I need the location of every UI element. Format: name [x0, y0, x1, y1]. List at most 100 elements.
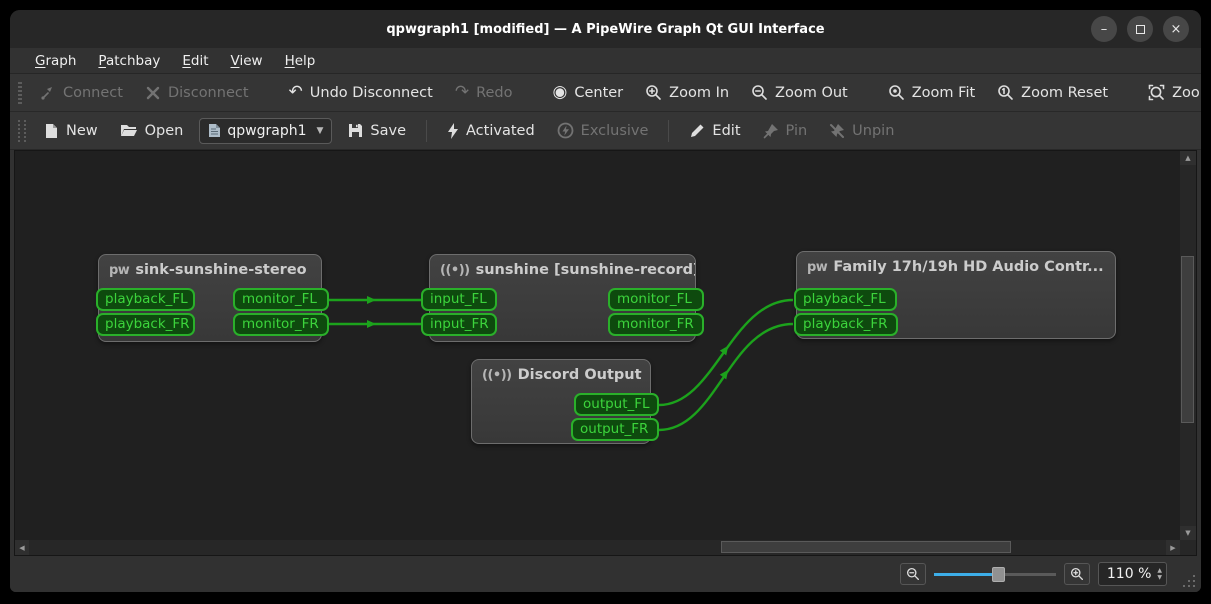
chevron-down-icon: ▼	[316, 125, 324, 136]
connect-button[interactable]: Connect	[30, 80, 133, 106]
scroll-down-arrow[interactable]: ▼	[1180, 526, 1196, 540]
slider-handle[interactable]	[991, 567, 1005, 582]
unpin-icon	[830, 123, 845, 138]
menu-patchbay[interactable]: Patchbay	[89, 50, 169, 72]
graph-view[interactable]: pw sink-sunshine-stereo playback_FL playb…	[15, 151, 1180, 540]
zoom-reset-button[interactable]: Zoom Reset	[987, 79, 1118, 106]
menu-graph[interactable]: Graph	[26, 50, 85, 72]
port-monitor-fr[interactable]: monitor_FR	[608, 313, 704, 336]
menubar: Graph Patchbay Edit View Help	[10, 48, 1201, 74]
edge-arrow-icon	[719, 345, 729, 356]
minimize-icon: –	[1100, 21, 1108, 37]
zoom-in-button[interactable]: Zoom In	[635, 79, 739, 106]
pipewire-icon: pw	[109, 262, 130, 278]
horizontal-scroll-thumb[interactable]	[721, 541, 1011, 553]
scroll-left-arrow[interactable]: ◀	[15, 540, 29, 555]
window-title: qpwgraph1 [modified] — A PipeWire Graph …	[386, 21, 825, 37]
zoom-out-button[interactable]: Zoom Out	[741, 79, 858, 106]
save-button[interactable]: Save	[338, 118, 416, 144]
graph-canvas[interactable]: pw sink-sunshine-stereo playback_FL playb…	[14, 150, 1197, 556]
vertical-scrollbar[interactable]: ▲ ▼	[1180, 151, 1196, 540]
edit-pencil-icon	[691, 124, 704, 137]
center-button[interactable]: ◉ Center	[543, 79, 634, 106]
port-playback-fr[interactable]: playback_FR	[96, 313, 195, 336]
port-monitor-fr[interactable]: monitor_FR	[233, 313, 329, 336]
port-playback-fl[interactable]: playback_FL	[794, 288, 897, 311]
node-title: sunshine [sunshine-record]	[475, 262, 695, 278]
node-title: Discord Output	[517, 367, 642, 383]
patchbay-select[interactable]: qpwgraph1 ▼	[199, 117, 333, 144]
menu-edit[interactable]: Edit	[173, 50, 217, 72]
qpwgraph-window: qpwgraph1 [modified] — A PipeWire Graph …	[10, 10, 1201, 592]
activated-icon	[448, 122, 459, 139]
activated-button[interactable]: Activated	[437, 118, 545, 144]
statusbar-zoom-out-button[interactable]	[899, 563, 926, 585]
edit-button[interactable]: Edit	[679, 118, 750, 144]
redo-button[interactable]: ↷ Redo	[445, 79, 523, 106]
port-output-fr[interactable]: output_FR	[571, 418, 659, 441]
open-button[interactable]: Open	[110, 118, 194, 144]
zoom-reset-icon	[998, 85, 1013, 100]
pin-button[interactable]: Pin	[753, 118, 818, 144]
statusbar-zoom-in-button[interactable]	[1063, 563, 1090, 585]
resize-grip[interactable]	[1181, 573, 1195, 587]
zoom-slider[interactable]	[933, 563, 1056, 585]
toolbar-drag-handle[interactable]	[18, 81, 22, 104]
patchbay-select-value: qpwgraph1	[227, 122, 307, 139]
vertical-scroll-thumb[interactable]	[1181, 256, 1194, 423]
undo-disconnect-button[interactable]: ↶ Undo Disconnect	[279, 79, 443, 106]
stream-icon: ((•))	[482, 367, 512, 383]
pipewire-icon: pw	[807, 259, 828, 275]
new-file-icon	[46, 123, 57, 138]
port-playback-fl[interactable]: playback_FL	[96, 288, 195, 311]
toolbar-drag-handle[interactable]	[18, 119, 26, 142]
undo-icon: ↶	[288, 82, 303, 102]
new-button[interactable]: New	[34, 118, 108, 144]
zoom-percent-spinbox[interactable]: 110 % ▲ ▼	[1097, 562, 1167, 586]
menu-help[interactable]: Help	[276, 50, 325, 72]
menu-view[interactable]: View	[222, 50, 272, 72]
close-icon: ×	[1170, 21, 1182, 37]
port-playback-fr[interactable]: playback_FR	[794, 313, 898, 336]
stream-icon: ((•))	[440, 262, 470, 278]
zoom-percent-value: 110 %	[1106, 566, 1152, 582]
toolbar-separator	[426, 119, 428, 142]
scroll-up-arrow[interactable]: ▲	[1180, 151, 1196, 165]
horizontal-scrollbar[interactable]: ◀ ▶	[15, 540, 1180, 555]
scrollbar-corner	[1180, 540, 1196, 555]
node-title: sink-sunshine-stereo	[135, 262, 307, 278]
graph-toolbar: Connect Disconnect ↶ Undo Disconnect ↷ R…	[10, 74, 1201, 112]
minimize-button[interactable]: –	[1091, 16, 1117, 42]
disconnect-icon	[146, 86, 160, 99]
zoom-range-icon	[1148, 84, 1165, 101]
port-input-fr[interactable]: input_FR	[421, 313, 497, 336]
maximize-button[interactable]	[1127, 16, 1153, 42]
zoom-out-icon	[906, 567, 919, 581]
disconnect-button[interactable]: Disconnect	[135, 80, 259, 106]
connection-edges	[328, 296, 794, 432]
port-monitor-fl[interactable]: monitor_FL	[608, 288, 704, 311]
titlebar[interactable]: qpwgraph1 [modified] — A PipeWire Graph …	[10, 10, 1201, 48]
scroll-right-arrow[interactable]: ▶	[1166, 540, 1180, 555]
close-button[interactable]: ×	[1163, 16, 1189, 42]
exclusive-button[interactable]: Exclusive	[547, 117, 659, 144]
spin-down-icon[interactable]: ▼	[1157, 574, 1162, 581]
edge-arrow-icon	[367, 320, 376, 328]
zoom-fit-icon	[888, 85, 904, 100]
patchbay-toolbar: New Open qpwgraph1 ▼ Save Activated Excl…	[10, 112, 1201, 150]
pin-icon	[763, 123, 778, 138]
port-output-fl[interactable]: output_FL	[574, 393, 659, 416]
redo-icon: ↷	[454, 82, 470, 102]
zoom-fit-button[interactable]: Zoom Fit	[878, 79, 985, 106]
port-monitor-fl[interactable]: monitor_FL	[233, 288, 329, 311]
maximize-icon	[1135, 24, 1145, 34]
connect-icon	[41, 86, 52, 100]
exclusive-icon	[557, 122, 574, 139]
spin-up-icon[interactable]: ▲	[1157, 567, 1162, 574]
unpin-button[interactable]: Unpin	[819, 118, 904, 144]
open-folder-icon	[120, 125, 137, 136]
zoom-range-button[interactable]: Zoom Range	[1138, 79, 1201, 106]
port-input-fl[interactable]: input_FL	[421, 288, 497, 311]
patchbay-file-icon	[209, 124, 221, 137]
edge-arrow-icon	[719, 369, 729, 380]
